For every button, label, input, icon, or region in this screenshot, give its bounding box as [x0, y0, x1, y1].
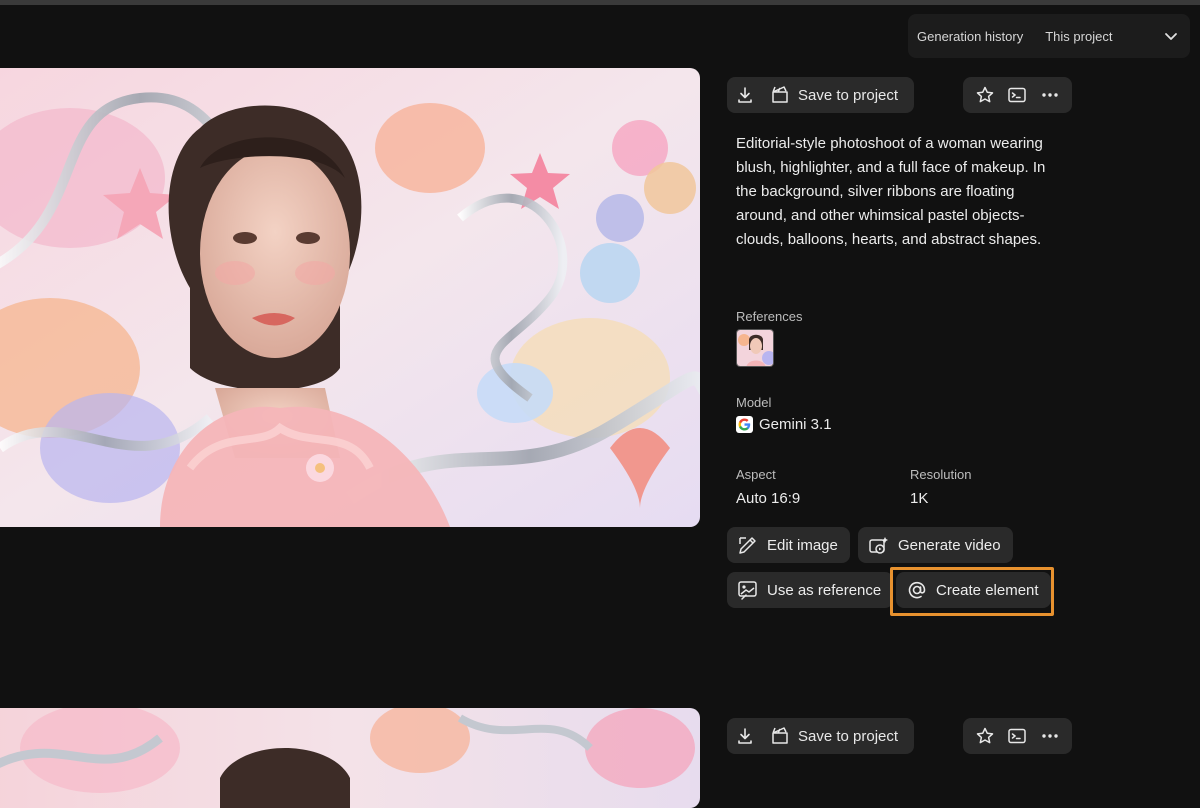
generation-history-dropdown[interactable]: Generation history This project [908, 14, 1190, 58]
generation-history-label: Generation history [917, 28, 1024, 44]
save-to-project-icon [772, 727, 788, 744]
save-toolbar-group-2: Save to project [727, 718, 914, 754]
resolution-value: 1K [910, 490, 929, 507]
download-icon [738, 728, 752, 744]
actions-toolbar-group [963, 77, 1072, 113]
aspect-value: Auto 16:9 [736, 490, 801, 507]
save-to-project-label: Save to project [798, 86, 899, 104]
save-to-project-button[interactable]: Save to project [769, 79, 898, 111]
model-value: Gemini 3.1 [759, 416, 832, 433]
aspect-label: Aspect [736, 467, 776, 482]
more-options-button[interactable] [1034, 79, 1066, 111]
model-label: Model [736, 395, 772, 410]
use-as-reference-icon [738, 581, 757, 600]
edit-image-button[interactable]: Edit image [727, 527, 850, 563]
generate-video-icon [869, 537, 888, 554]
generated-image-2[interactable] [0, 708, 700, 808]
model-value-row: Gemini 3.1 [736, 416, 832, 433]
reference-thumbnail[interactable] [736, 329, 774, 367]
references-label: References [736, 309, 803, 324]
prompt-terminal-icon [1008, 728, 1027, 744]
more-options-button-2[interactable] [1034, 720, 1066, 752]
chevron-down-icon [1165, 33, 1177, 40]
save-to-project-label: Save to project [798, 727, 899, 745]
save-toolbar-group: Save to project [727, 77, 914, 113]
view-prompt-button-2[interactable] [1001, 720, 1033, 752]
google-logo-icon [736, 416, 753, 433]
top-border [0, 0, 1200, 5]
generated-image[interactable] [0, 68, 700, 527]
prompt-text: Editorial-style photoshoot of a woman we… [736, 135, 1046, 248]
generate-video-label: Generate video [898, 536, 1001, 554]
more-icon [1042, 734, 1058, 738]
favorite-button-2[interactable] [969, 720, 1001, 752]
use-as-reference-button[interactable]: Use as reference [727, 572, 894, 608]
star-icon [976, 727, 994, 744]
create-element-highlight [890, 567, 1054, 616]
download-icon [738, 87, 752, 103]
generate-video-button[interactable]: Generate video [858, 527, 1013, 563]
save-to-project-icon [772, 86, 788, 103]
prompt-terminal-icon [1008, 87, 1027, 103]
star-icon [976, 86, 994, 103]
save-to-project-button-2[interactable]: Save to project [769, 720, 898, 752]
actions-toolbar-group-2 [963, 718, 1072, 754]
edit-image-icon [739, 537, 756, 554]
download-button[interactable] [729, 79, 761, 111]
favorite-button[interactable] [969, 79, 1001, 111]
generation-history-value: This project [1045, 28, 1113, 44]
more-icon [1042, 93, 1058, 97]
resolution-label: Resolution [910, 467, 972, 482]
download-button-2[interactable] [729, 720, 761, 752]
view-prompt-button[interactable] [1001, 79, 1033, 111]
use-as-reference-label: Use as reference [767, 581, 882, 599]
edit-image-label: Edit image [767, 536, 838, 554]
